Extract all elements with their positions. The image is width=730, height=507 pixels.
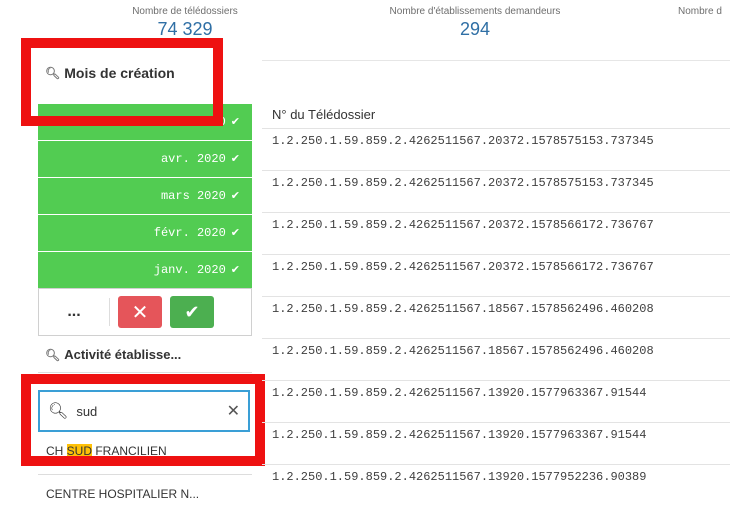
table-row[interactable]: 1.2.250.1.59.859.2.4262511567.20372.1578… <box>262 170 730 212</box>
kpi-etablissements: Nombre d'établissements demandeurs 294 <box>380 6 570 40</box>
column-header-teledossier[interactable]: N° du Télédossier <box>272 107 375 122</box>
kpi-divider <box>262 60 730 61</box>
annotation-highlight-box <box>21 374 265 466</box>
check-icon: ✔ <box>230 191 240 203</box>
month-item-label: janv. 2020 <box>153 263 226 277</box>
kpi-label: Nombre de télédossiers <box>132 6 238 17</box>
table-row[interactable]: 1.2.250.1.59.859.2.4262511567.20372.1578… <box>262 212 730 254</box>
month-item-label: mars 2020 <box>160 189 226 203</box>
search-result-item[interactable]: CENTRE HOSPITALIER N... <box>38 487 252 501</box>
kpi-label: Nombre d'établissements demandeurs <box>389 6 561 17</box>
teledossier-table: 1.2.250.1.59.859.2.4262511567.20372.1578… <box>262 128 730 506</box>
table-row[interactable]: 1.2.250.1.59.859.2.4262511567.13920.1577… <box>262 422 730 464</box>
kpi-label: Nombre d <box>678 6 722 17</box>
month-selected-list: mai 2020 ✔ avr. 2020 ✔ mars 2020 ✔ févr. 20… <box>38 104 252 289</box>
filter-title-activity[interactable]: 🔍︎ Activité établisse... <box>45 347 181 362</box>
kpi-value: 294 <box>459 19 491 39</box>
cancel-selection-button[interactable]: ✕ <box>118 296 162 328</box>
kpi-teledossiers: Nombre de télédossiers 74 329 <box>110 6 260 40</box>
search-icon: 🔍︎ <box>45 347 61 362</box>
table-row[interactable]: 1.2.250.1.59.859.2.4262511567.18567.1578… <box>262 296 730 338</box>
check-icon: ✔ <box>230 117 240 129</box>
selection-action-bar: ... ✕ ✔ <box>38 288 252 336</box>
table-row[interactable]: 1.2.250.1.59.859.2.4262511567.18567.1578… <box>262 338 730 380</box>
kpi-truncated: Nombre d <box>678 6 730 17</box>
month-item[interactable]: févr. 2020 ✔ <box>38 215 252 252</box>
month-item-label: févr. 2020 <box>153 226 226 240</box>
table-row[interactable]: 1.2.250.1.59.859.2.4262511567.20372.1578… <box>262 128 730 170</box>
kpi-value: 74 329 <box>157 19 213 39</box>
result-text: CENTRE HOSPITALIER N... <box>46 487 200 501</box>
check-icon: ✔ <box>230 228 240 240</box>
month-item[interactable]: mars 2020 ✔ <box>38 178 252 215</box>
more-options-button[interactable]: ... <box>39 303 109 321</box>
table-row[interactable]: 1.2.250.1.59.859.2.4262511567.20372.1578… <box>262 254 730 296</box>
table-row[interactable]: 1.2.250.1.59.859.2.4262511567.13920.1577… <box>262 380 730 422</box>
filter-title-label: Activité établisse... <box>64 347 182 362</box>
divider <box>38 474 252 475</box>
divider <box>38 372 252 373</box>
month-item[interactable]: avr. 2020 ✔ <box>38 141 252 178</box>
table-row[interactable]: 1.2.250.1.59.859.2.4262511567.13920.1577… <box>262 464 730 506</box>
divider <box>109 298 110 326</box>
annotation-highlight-box <box>21 38 223 126</box>
check-icon: ✔ <box>230 265 240 277</box>
month-item[interactable]: janv. 2020 ✔ <box>38 252 252 289</box>
month-item-label: avr. 2020 <box>160 152 226 166</box>
check-icon: ✔ <box>230 154 240 166</box>
confirm-selection-button[interactable]: ✔ <box>170 296 214 328</box>
